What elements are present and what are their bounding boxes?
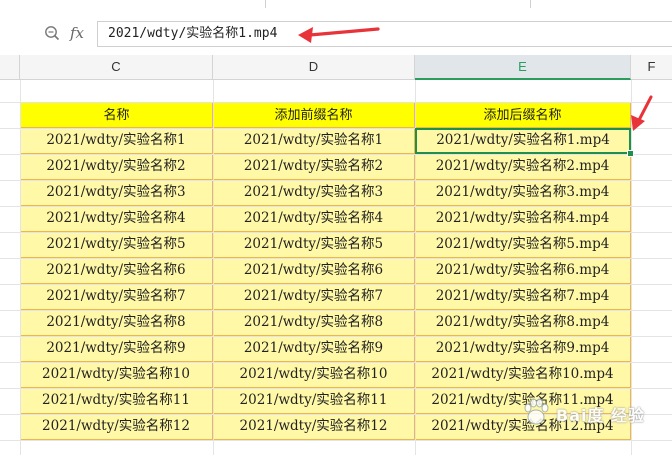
table-cell[interactable]: 2021/wdty/实验名称6 [213,258,415,284]
table-cell[interactable]: 2021/wdty/实验名称10.mp4 [415,362,631,388]
gridline [0,336,672,337]
table-cell[interactable]: 2021/wdty/实验名称12 [213,414,415,440]
table-cell[interactable]: 2021/wdty/实验名称4.mp4 [415,206,631,232]
table-header-cell[interactable]: 添加后缀名称 [415,102,631,128]
column-header-row: C D E F [0,55,672,80]
table-cell[interactable]: 2021/wdty/实验名称11 [20,388,213,414]
table-cell[interactable]: 2021/wdty/实验名称8.mp4 [415,310,631,336]
table-header-cell[interactable]: 名称 [20,102,213,128]
gridline [0,362,672,363]
table-cell[interactable]: 2021/wdty/实验名称3.mp4 [415,180,631,206]
table-cell[interactable]: 2021/wdty/实验名称6.mp4 [415,258,631,284]
gridline [213,80,214,455]
table-cell[interactable]: 2021/wdty/实验名称7.mp4 [415,284,631,310]
watermark-text: Bai度 经验 [556,406,646,425]
table-cell[interactable]: 2021/wdty/实验名称12 [20,414,213,440]
table-cell[interactable]: 2021/wdty/实验名称4 [20,206,213,232]
table-cell[interactable]: 2021/wdty/实验名称6 [20,258,213,284]
table-cell[interactable]: 2021/wdty/实验名称7 [20,284,213,310]
column-header-blank [0,55,20,79]
table-cell[interactable]: 2021/wdty/实验名称4 [213,206,415,232]
zoom-lookup-icon[interactable] [44,25,60,41]
gridline [0,232,672,233]
formula-input[interactable]: 2021/wdty/实验名称1.mp4 [97,21,672,47]
fill-handle[interactable] [627,150,634,157]
table-cell[interactable]: 2021/wdty/实验名称5 [213,232,415,258]
table-cell[interactable]: 2021/wdty/实验名称7 [213,284,415,310]
gridline [0,180,672,181]
table-cell[interactable]: 2021/wdty/实验名称10 [20,362,213,388]
watermark: Bai度 经验 [508,388,668,438]
table-cell[interactable]: 2021/wdty/实验名称1 [20,128,213,154]
table-cell[interactable]: 2021/wdty/实验名称2.mp4 [415,154,631,180]
column-header-d[interactable]: D [213,55,415,79]
table-cell[interactable]: 2021/wdty/实验名称8 [20,310,213,336]
baidu-paw-icon [524,398,549,425]
gridline [0,310,672,311]
table-header-cell[interactable]: 添加前缀名称 [213,102,415,128]
column-header-e[interactable]: E [415,55,631,80]
column-header-f[interactable]: F [631,55,672,79]
table-cell[interactable]: 2021/wdty/实验名称5.mp4 [415,232,631,258]
selected-cell[interactable]: 2021/wdty/实验名称1.mp4 [415,128,631,154]
table-cell[interactable]: 2021/wdty/实验名称2 [213,154,415,180]
table-cell[interactable]: 2021/wdty/实验名称10 [213,362,415,388]
table-cell[interactable]: 2021/wdty/实验名称9 [213,336,415,362]
table-cell[interactable]: 2021/wdty/实验名称2 [20,154,213,180]
gridline [0,258,672,259]
gridline [20,80,21,455]
table-cell[interactable]: 2021/wdty/实验名称9 [20,336,213,362]
table-cell[interactable]: 2021/wdty/实验名称11 [213,388,415,414]
annotation-arrow-formula [298,27,380,43]
gridline [0,102,672,103]
table-cell[interactable]: 2021/wdty/实验名称5 [20,232,213,258]
table-cell[interactable]: 2021/wdty/实验名称9.mp4 [415,336,631,362]
table-cell[interactable]: 2021/wdty/实验名称3 [213,180,415,206]
gridline [0,284,672,285]
table-cell[interactable]: 2021/wdty/实验名称8 [213,310,415,336]
gridline [0,154,672,155]
gridline [0,206,672,207]
fx-icon[interactable]: fx [70,23,90,43]
table-cell[interactable]: 2021/wdty/实验名称3 [20,180,213,206]
toolbar-remnant [0,0,672,15]
annotation-arrow-cell [631,95,653,131]
gridline [0,440,672,441]
table-cell[interactable]: 2021/wdty/实验名称1 [213,128,415,154]
column-header-c[interactable]: C [20,55,213,79]
spreadsheet-app: fx 2021/wdty/实验名称1.mp4 C D E F 名称 添加前缀名称添… [0,0,672,455]
